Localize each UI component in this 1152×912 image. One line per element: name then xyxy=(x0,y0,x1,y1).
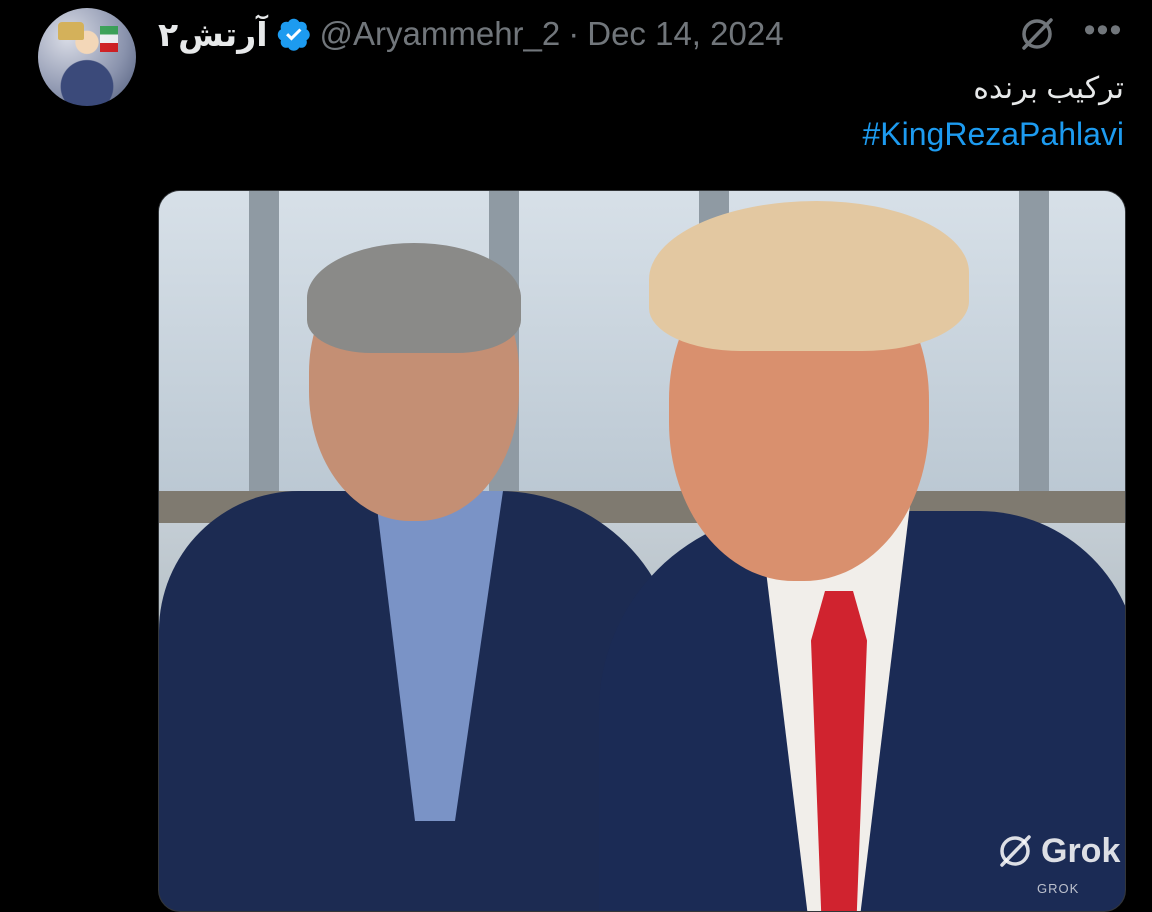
right-person-hair xyxy=(649,201,969,351)
avatar[interactable] xyxy=(38,8,136,106)
grok-watermark-text: Grok xyxy=(1041,831,1121,870)
tweet-text: ترکیب برنده xyxy=(973,72,1124,105)
grok-watermark: Grok xyxy=(995,831,1120,871)
grok-watermark-icon xyxy=(1000,835,1031,867)
window-frame xyxy=(249,191,279,521)
grok-watermark-small: GROK xyxy=(1037,881,1080,896)
tweet-date[interactable]: Dec 14, 2024 xyxy=(587,15,783,53)
more-icon[interactable]: ••• xyxy=(1080,13,1126,54)
tweet-header: آرتش۲ @Aryammehr_2 · Dec 14, 2024 xyxy=(158,12,784,56)
avatar-crown-detail xyxy=(58,22,84,40)
avatar-flag-detail xyxy=(100,26,118,52)
window-pane xyxy=(1049,191,1125,521)
hashtag-link[interactable]: #KingRezaPahlavi xyxy=(863,112,1125,156)
window-frame xyxy=(1019,191,1049,521)
verified-badge-icon[interactable] xyxy=(276,16,312,52)
handle[interactable]: @Aryammehr_2 xyxy=(320,15,561,53)
left-person-hair xyxy=(307,243,521,353)
tweet-media-image[interactable]: Grok GROK xyxy=(158,190,1126,912)
window-pane xyxy=(159,191,249,521)
display-name[interactable]: آرتش۲ xyxy=(158,15,268,54)
separator: · xyxy=(568,15,580,52)
grok-icon[interactable] xyxy=(1015,14,1059,54)
